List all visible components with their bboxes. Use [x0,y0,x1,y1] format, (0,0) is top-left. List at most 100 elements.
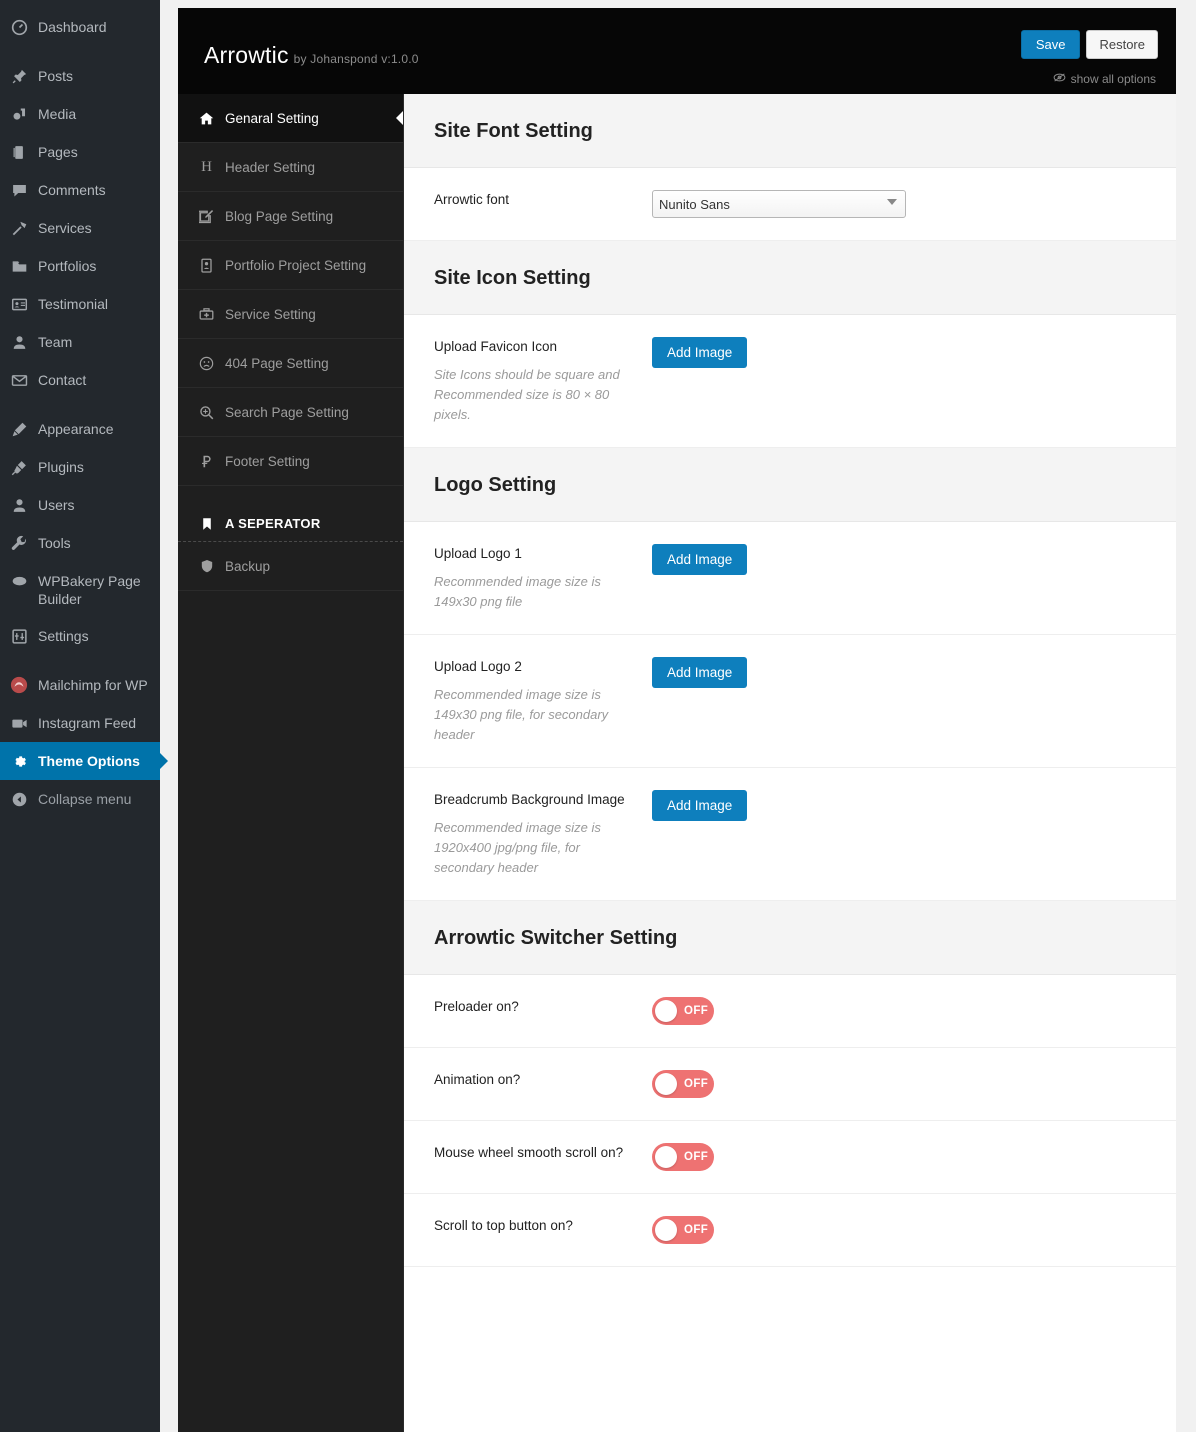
font-select[interactable]: Nunito Sans [652,190,906,218]
wp-menu-item-wpbakery-page-builder[interactable]: WPBakery Page Builder [0,562,160,617]
field-label-group: Upload Logo 1 Recommended image size is 1… [434,544,652,612]
add-image-button[interactable]: Add Image [652,337,748,368]
tab-search-page-setting[interactable]: Search Page Setting [178,388,403,437]
wp-menu-item-label: Services [38,220,92,236]
wp-menu-item-team[interactable]: Team [0,323,160,361]
tab-header-setting[interactable]: H Header Setting [178,143,403,192]
wp-menu-divider [0,46,160,57]
field-description: Site Icons should be square and Recommen… [434,367,620,422]
field-label-group: Breadcrumb Background Image Recommended i… [434,790,652,878]
wp-menu-item-comments[interactable]: Comments [0,171,160,209]
wp-menu-item-appearance[interactable]: Appearance [0,410,160,448]
wp-menu-item-label: Mailchimp for WP [38,677,148,693]
wp-menu-item-label: Instagram Feed [38,715,137,731]
toggle-knob [655,1219,677,1241]
field-control: Add Image [652,790,1146,878]
tab-label: Genaral Setting [225,110,319,126]
field-title: Upload Favicon Icon [434,339,558,354]
tab-genaral-setting[interactable]: Genaral Setting [178,94,403,143]
toggle-switch[interactable]: OFF [652,1070,714,1098]
add-image-button[interactable]: Add Image [652,790,748,821]
save-button[interactable]: Save [1020,30,1081,59]
tab-backup[interactable]: Backup [178,542,403,591]
tab-label: 404 Page Setting [225,355,329,371]
restore-button[interactable]: Restore [1086,30,1158,59]
shield-icon [198,559,215,573]
field-label-group: Upload Favicon Icon Site Icons should be … [434,337,652,425]
toggle-switch[interactable]: OFF [652,1143,714,1171]
wp-menu-item-label: WPBakery Page Builder [38,573,141,607]
frown-face-icon [198,356,215,371]
wp-menu-item-services[interactable]: Services [0,209,160,247]
tab-blog-page-setting[interactable]: Blog Page Setting [178,192,403,241]
field-control: Add Image [652,657,1146,745]
setting-field: Scroll to top button on? OFF [404,1194,1176,1267]
tab-label: A SEPERATOR [225,516,321,531]
tab-service-setting[interactable]: Service Setting [178,290,403,339]
wp-menu-item-tools[interactable]: Tools [0,524,160,562]
home-icon [198,111,215,126]
header-buttons: Save Restore [1020,30,1158,59]
tab-label: Blog Page Setting [225,208,334,224]
tab-label: Backup [225,558,271,574]
field-description: Recommended image size is 1920x400 jpg/p… [434,820,601,875]
font-select-wrapper: Nunito Sans [652,190,906,218]
field-control: Add Image [652,337,1146,425]
medkit-icon [198,307,215,322]
wp-menu-item-settings[interactable]: Settings [0,617,160,655]
users-icon [9,495,29,515]
add-image-button[interactable]: Add Image [652,544,748,575]
section-title: Site Font Setting [434,120,593,142]
setting-field: Animation on? OFF [404,1048,1176,1121]
wp-menu-item-portfolios[interactable]: Portfolios [0,247,160,285]
tab-footer-setting[interactable]: Footer Setting [178,437,403,486]
wp-menu-item-label: Testimonial [38,296,109,312]
wp-menu-item-plugins[interactable]: Plugins [0,448,160,486]
add-image-button[interactable]: Add Image [652,657,748,688]
setting-field: Arrowtic font Nunito Sans [404,168,1176,241]
appearance-brush-icon [9,419,29,439]
wp-menu-item-mailchimp-for-wp[interactable]: Mailchimp for WP [0,666,160,704]
wp-menu-item-instagram-feed[interactable]: Instagram Feed [0,704,160,742]
envelope-icon [9,370,29,390]
toggle-switch[interactable]: OFF [652,997,714,1025]
hammer-icon [9,218,29,238]
mailchimp-icon [9,675,29,695]
tab-portfolio-project-setting[interactable]: Portfolio Project Setting [178,241,403,290]
wp-menu-divider [0,655,160,666]
wp-menu-item-theme-options[interactable]: Theme Options [0,742,160,780]
wp-menu-item-users[interactable]: Users [0,486,160,524]
wp-menu-item-testimonial[interactable]: Testimonial [0,285,160,323]
wp-menu-item-label: Comments [38,182,106,198]
field-description: Recommended image size is 149x30 png fil… [434,687,609,742]
tab-label: Portfolio Project Setting [225,257,367,273]
wp-menu-item-pages[interactable]: Pages [0,133,160,171]
toggle-switch[interactable]: OFF [652,1216,714,1244]
toggle-knob [655,1073,677,1095]
field-title: Arrowtic font [434,192,510,207]
setting-field: Breadcrumb Background Image Recommended i… [404,768,1176,901]
comments-icon [9,180,29,200]
plug-icon [9,457,29,477]
tab-404-page-setting[interactable]: 404 Page Setting [178,339,403,388]
settings-content: Site Font Setting Arrowtic font Nunito San… [404,94,1176,1432]
wp-menu-item-contact[interactable]: Contact [0,361,160,399]
show-all-options-link[interactable]: show all options [1053,72,1156,86]
wp-menu-item-dashboard[interactable]: Dashboard [0,8,160,46]
field-control: Nunito Sans [652,190,1146,218]
wp-menu-item-label: Collapse menu [38,791,132,807]
eye-slash-icon [1053,72,1066,86]
field-title: Upload Logo 1 [434,546,522,561]
setting-field: Upload Logo 1 Recommended image size is 1… [404,522,1176,635]
section-title: Site Icon Setting [434,267,591,289]
wp-menu-item-collapse-menu[interactable]: Collapse menu [0,780,160,818]
wp-menu-item-label: Posts [38,68,74,84]
section-header: Logo Setting [404,448,1176,522]
section-header: Arrowtic Switcher Setting [404,901,1176,975]
settings-sliders-icon [9,626,29,646]
wp-menu-item-media[interactable]: Media [0,95,160,133]
toggle-state-label: OFF [684,1005,709,1017]
wp-menu-item-posts[interactable]: Posts [0,57,160,95]
tab-label: Service Setting [225,306,316,322]
heading-h-icon: H [201,158,212,175]
